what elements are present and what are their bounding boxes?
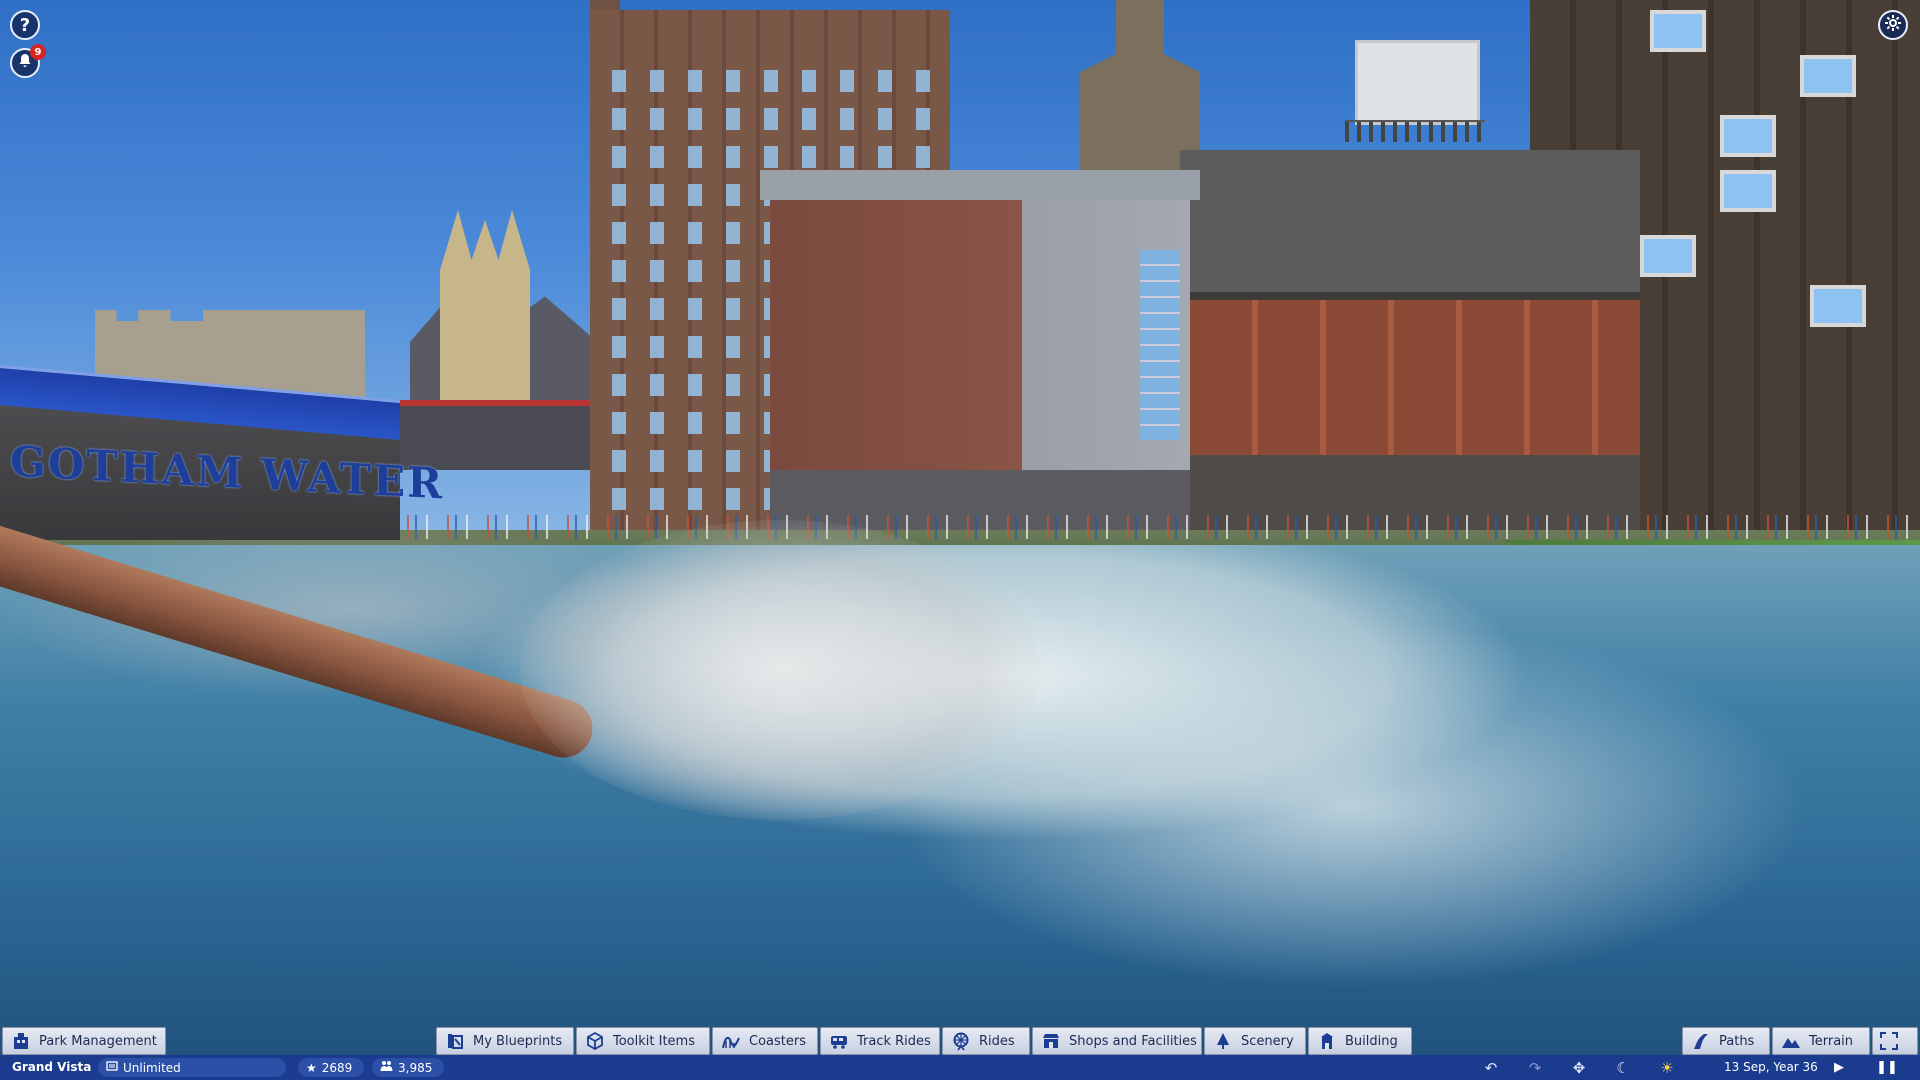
shops-and-facilities-button[interactable]: Shops and Facilities xyxy=(1032,1027,1202,1055)
guest-count-value: 3,985 xyxy=(398,1060,433,1075)
warehouse-roof xyxy=(1180,150,1640,300)
tree-icon xyxy=(1213,1031,1233,1051)
guest-count-display[interactable]: 3,985 xyxy=(372,1058,444,1077)
window xyxy=(1640,235,1696,277)
cube-icon xyxy=(585,1031,605,1051)
window xyxy=(1800,55,1856,97)
game-viewport[interactable]: GOTHAM WATER xyxy=(0,0,1920,1080)
spire-building xyxy=(440,210,530,410)
coaster-icon xyxy=(721,1031,741,1051)
blueprint-icon xyxy=(445,1031,465,1051)
toolkit-items-label: Toolkit Items xyxy=(613,1033,695,1049)
my-blueprints-button[interactable]: My Blueprints xyxy=(436,1027,574,1055)
shop-icon xyxy=(1041,1031,1061,1051)
billboard-frame xyxy=(1345,120,1485,142)
firehouse-cornice xyxy=(760,170,1200,200)
pause-icon: ❚❚ xyxy=(1876,1060,1898,1075)
my-blueprints-label: My Blueprints xyxy=(473,1033,563,1049)
money-display[interactable]: Unlimited xyxy=(98,1058,286,1077)
play-button[interactable]: ▶ xyxy=(1828,1057,1850,1078)
park-name: Grand Vista xyxy=(12,1060,92,1074)
pause-button[interactable]: ❚❚ xyxy=(1876,1057,1898,1078)
expand-toolbar-button[interactable] xyxy=(1872,1027,1918,1055)
rides-label: Rides xyxy=(979,1033,1015,1049)
park-management-label: Park Management xyxy=(39,1033,157,1049)
coasters-button[interactable]: Coasters xyxy=(712,1027,818,1055)
guests-icon xyxy=(380,1060,393,1075)
park-management-button[interactable]: Park Management xyxy=(2,1027,166,1055)
play-icon: ▶ xyxy=(1834,1060,1844,1075)
track-rides-button[interactable]: Track Rides xyxy=(820,1027,940,1055)
coasters-label: Coasters xyxy=(749,1033,806,1049)
window xyxy=(1720,170,1776,212)
redo-icon[interactable]: ↷ xyxy=(1524,1057,1546,1078)
gear-icon xyxy=(1884,14,1902,37)
train-icon xyxy=(829,1031,849,1051)
building-label: Building xyxy=(1345,1033,1398,1049)
track-rides-label: Track Rides xyxy=(857,1033,931,1049)
window xyxy=(1810,285,1866,327)
paths-button[interactable]: Paths xyxy=(1682,1027,1770,1055)
scenery-button[interactable]: Scenery xyxy=(1204,1027,1306,1055)
mountain-icon xyxy=(1781,1031,1801,1051)
undo-icon[interactable]: ↶ xyxy=(1480,1057,1502,1078)
terrain-label: Terrain xyxy=(1809,1033,1854,1049)
shops-and-facilities-label: Shops and Facilities xyxy=(1069,1033,1197,1049)
help-button[interactable]: ? xyxy=(10,10,40,40)
star-icon: ★ xyxy=(306,1060,317,1075)
money-icon xyxy=(106,1060,118,1075)
park-rating-value: 2689 xyxy=(321,1060,353,1075)
weather-sun-icon[interactable]: ☀ xyxy=(1656,1057,1678,1078)
camera-controls: ↶ ↷ ✥ ☾ ☀ xyxy=(1480,1057,1678,1078)
water-spray xyxy=(520,520,1040,820)
firehouse-tall-window xyxy=(1140,250,1180,440)
building-icon xyxy=(1317,1031,1337,1051)
park-rating-display[interactable]: ★ 2689 xyxy=(298,1058,364,1077)
day-night-icon[interactable]: ☾ xyxy=(1612,1057,1634,1078)
building-button[interactable]: Building xyxy=(1308,1027,1412,1055)
rides-button[interactable]: Rides xyxy=(942,1027,1030,1055)
camera-move-icon[interactable]: ✥ xyxy=(1568,1057,1590,1078)
window xyxy=(1650,10,1706,52)
scenery-label: Scenery xyxy=(1241,1033,1294,1049)
window xyxy=(1720,115,1776,157)
path-icon xyxy=(1691,1031,1711,1051)
park-management-icon xyxy=(11,1031,31,1051)
build-toolbar: Park Management My Blueprints Toolkit It… xyxy=(0,1027,1920,1055)
ferris-wheel-icon xyxy=(951,1031,971,1051)
expand-icon xyxy=(1879,1031,1899,1051)
guest-crowd xyxy=(400,515,1920,539)
status-bar: Grand Vista Unlimited ★ 2689 3,985 ↶ ↷ ✥… xyxy=(0,1055,1920,1080)
money-value: Unlimited xyxy=(123,1060,181,1075)
help-icon: ? xyxy=(19,14,31,36)
notification-count-badge: 9 xyxy=(30,44,46,60)
toolkit-items-button[interactable]: Toolkit Items xyxy=(576,1027,710,1055)
game-date: 13 Sep, Year 36 xyxy=(1724,1060,1818,1074)
rooftop-billboard xyxy=(1355,40,1480,125)
paths-label: Paths xyxy=(1719,1033,1755,1049)
terrain-button[interactable]: Terrain xyxy=(1772,1027,1870,1055)
settings-button[interactable] xyxy=(1878,10,1908,40)
